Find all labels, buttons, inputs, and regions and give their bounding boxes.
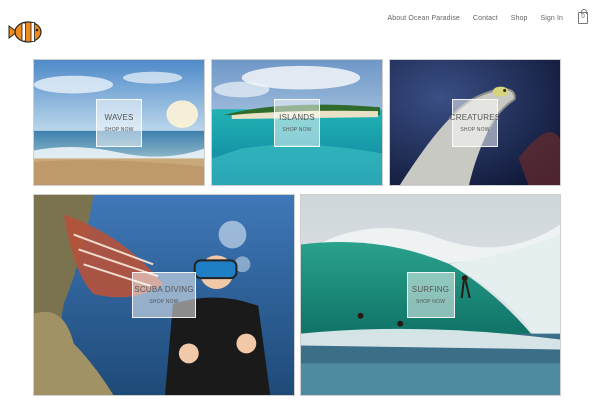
tile-islands[interactable]: ISLANDS SHOP NOW xyxy=(211,59,383,186)
top-nav: About Ocean Paradise Contact Shop Sign I… xyxy=(387,9,588,24)
creatures-label[interactable]: CREATURES SHOP NOW xyxy=(449,98,501,147)
nav-sign-in-link[interactable]: Sign In xyxy=(541,15,564,22)
tile-surfing[interactable]: SURFING SHOP NOW xyxy=(300,194,561,396)
waves-shop-now[interactable]: SHOP NOW xyxy=(104,127,133,133)
scuba-diving-title: SCUBA DIVING xyxy=(134,285,194,294)
surfing-shop-now[interactable]: SHOP NOW xyxy=(416,299,445,305)
waves-title: WAVES xyxy=(104,112,134,122)
islands-label[interactable]: ISLANDS SHOP NOW xyxy=(274,98,320,147)
surfing-label[interactable]: SURFING SHOP NOW xyxy=(406,272,455,318)
waves-label[interactable]: WAVES SHOP NOW xyxy=(96,98,142,147)
tile-waves[interactable]: WAVES SHOP NOW xyxy=(33,59,205,186)
islands-title: ISLANDS xyxy=(279,112,315,122)
creatures-shop-now[interactable]: SHOP NOW xyxy=(460,127,489,133)
nav-contact-link[interactable]: Contact xyxy=(473,15,498,22)
islands-shop-now[interactable]: SHOP NOW xyxy=(282,127,311,133)
tile-creatures[interactable]: CREATURES SHOP NOW xyxy=(389,59,561,186)
scuba-diving-label[interactable]: SCUBA DIVING SHOP NOW xyxy=(132,272,196,318)
cart-count: 0 xyxy=(581,14,585,20)
nav-shop-link[interactable]: Shop xyxy=(511,15,528,22)
surfing-title: SURFING xyxy=(411,285,450,294)
creatures-title: CREATURES xyxy=(449,112,501,122)
tile-scuba-diving[interactable]: SCUBA DIVING SHOP NOW xyxy=(33,194,295,396)
shopping-bag-icon[interactable]: 0 xyxy=(578,9,588,24)
scuba-diving-shop-now[interactable]: SHOP NOW xyxy=(149,299,178,305)
nav-about-link[interactable]: About Ocean Paradise xyxy=(387,15,459,22)
clownfish-logo-icon[interactable] xyxy=(7,20,43,44)
